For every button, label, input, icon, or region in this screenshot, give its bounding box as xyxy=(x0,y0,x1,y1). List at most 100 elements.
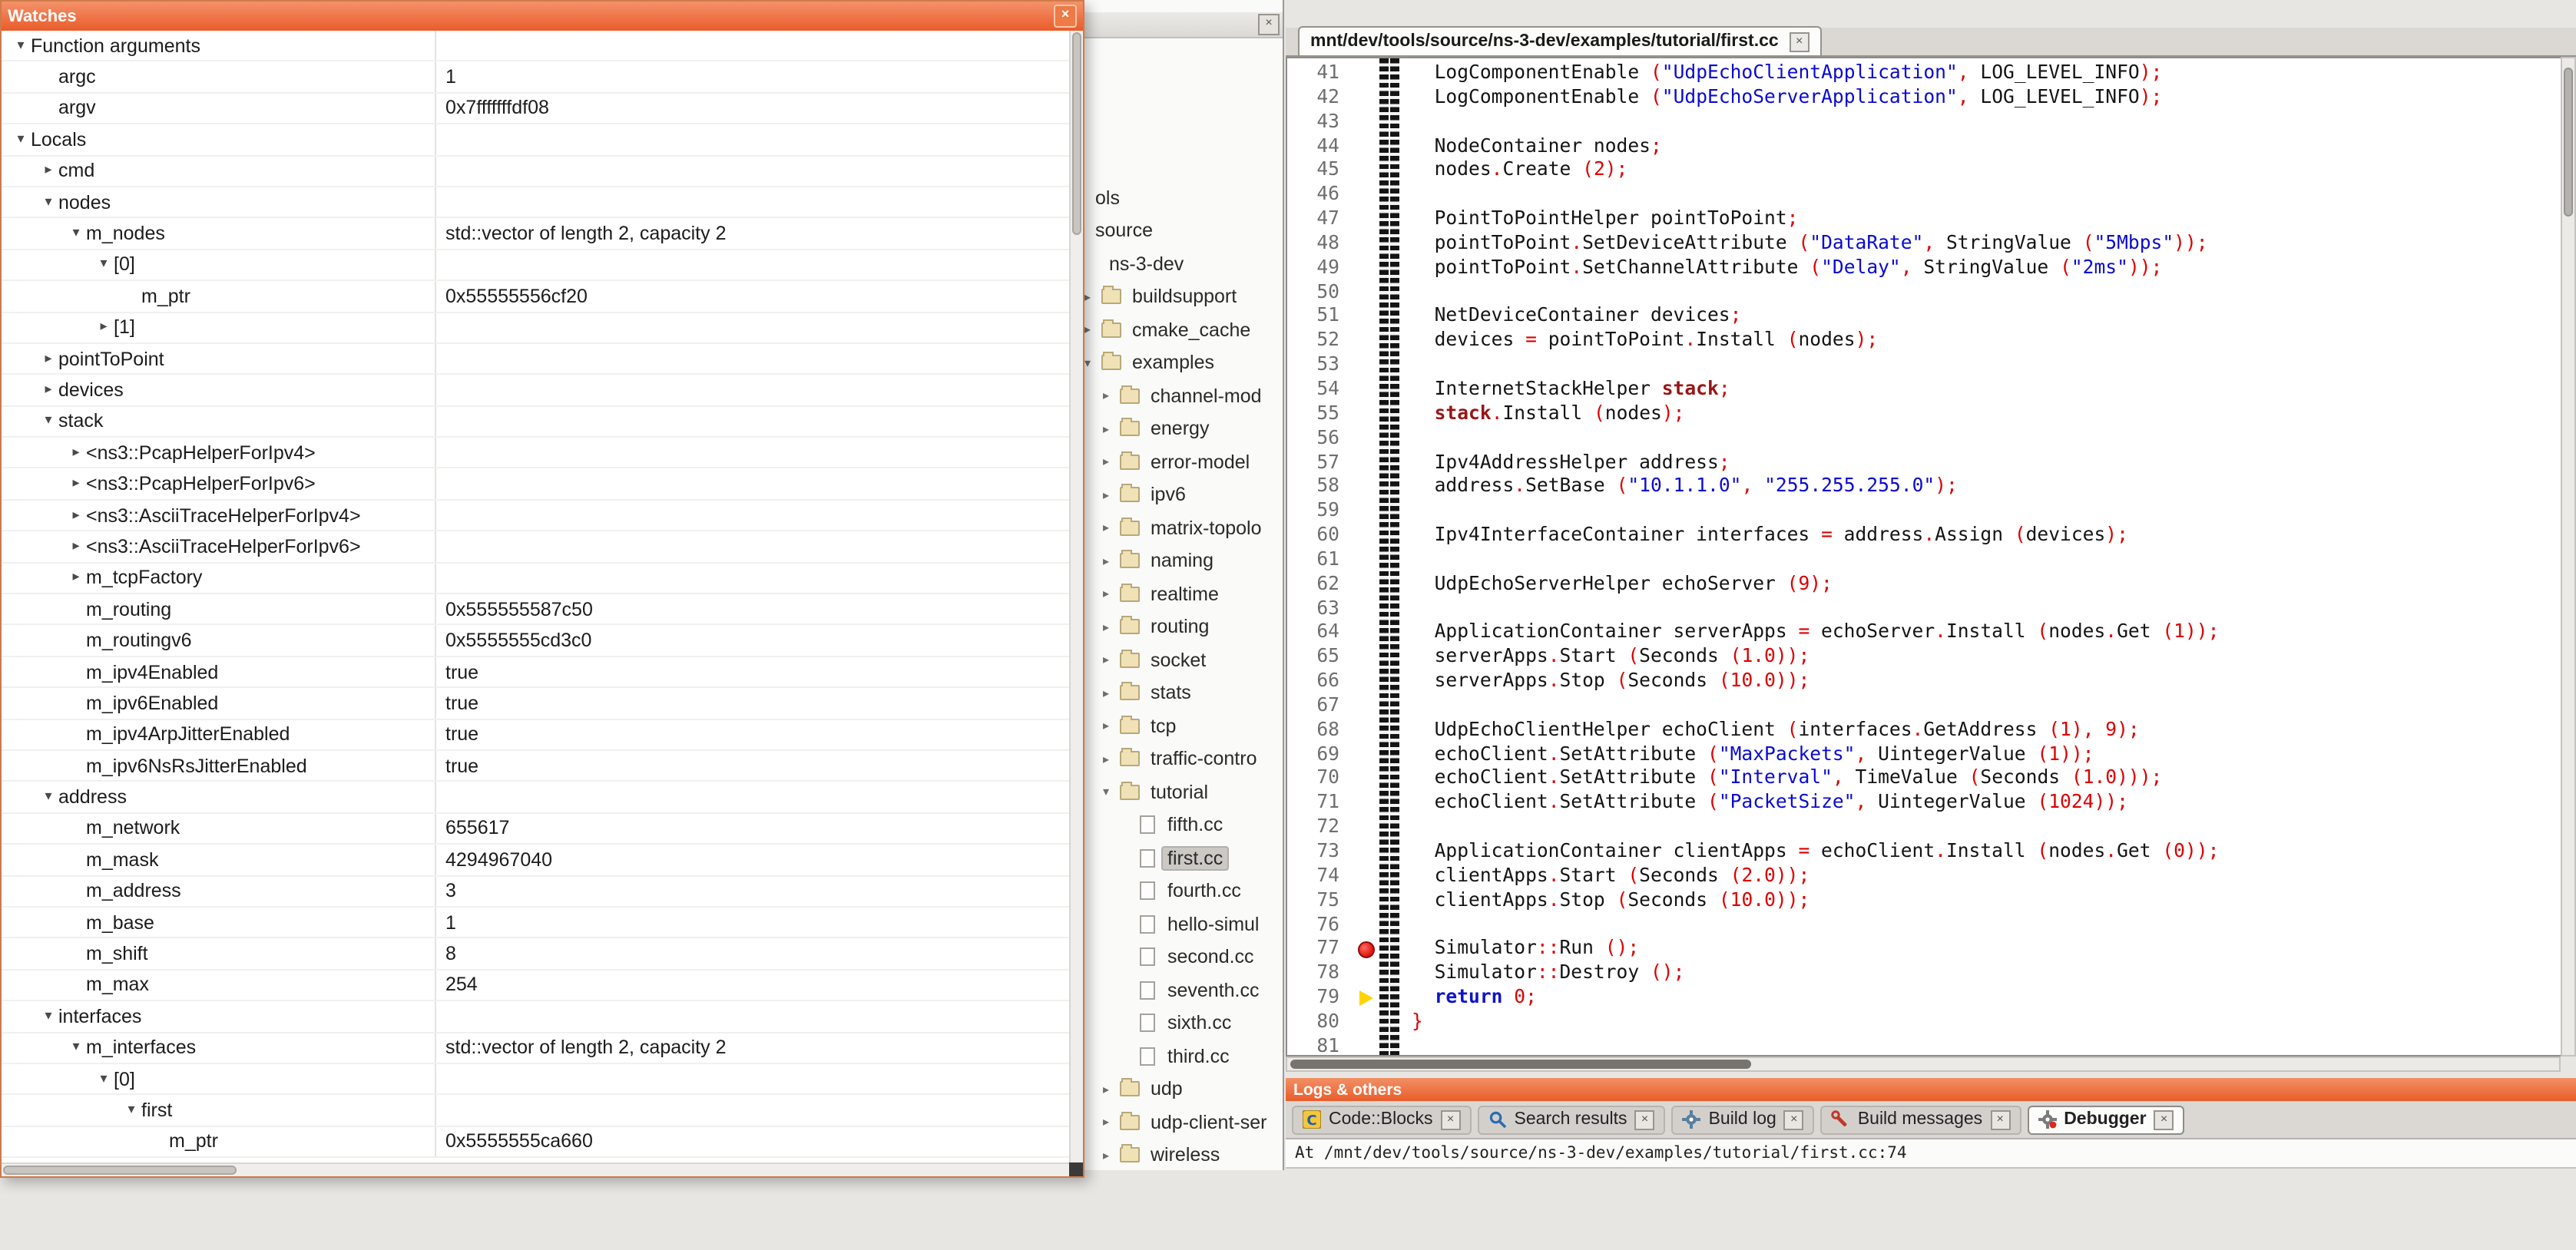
tree-item-udp-client-ser[interactable]: ▸udp-client-ser xyxy=(1084,1106,1283,1139)
code-area[interactable]: 41 LogComponentEnable ("UdpEchoClientApp… xyxy=(1286,57,2576,1057)
marker-margin[interactable] xyxy=(1355,183,1379,207)
code-text[interactable]: NodeContainer nodes; xyxy=(1399,134,1662,159)
marker-margin[interactable] xyxy=(1355,913,1379,938)
collapse-icon[interactable]: ▾ xyxy=(11,38,31,53)
watch-row[interactable]: ▾first xyxy=(2,1096,1069,1127)
tree-item-third-cc[interactable]: third.cc xyxy=(1084,1040,1283,1073)
watch-row[interactable]: m_routingv60x5555555cd3c0 xyxy=(2,626,1069,657)
tree-item-sixth-cc[interactable]: sixth.cc xyxy=(1084,1007,1283,1040)
code-text[interactable] xyxy=(1399,110,1412,134)
expand-icon[interactable]: ▸ xyxy=(1103,554,1120,568)
watch-row[interactable]: ▸<ns3::AsciiTraceHelperForIpv4> xyxy=(2,501,1069,532)
tree-item-source[interactable]: source xyxy=(1084,214,1283,247)
close-icon[interactable]: × xyxy=(1441,1109,1461,1129)
marker-margin[interactable] xyxy=(1355,378,1379,402)
expand-icon[interactable]: ▸ xyxy=(38,382,58,398)
code-text[interactable]: nodes.Create (2); xyxy=(1399,159,1627,184)
tree-item-fourth-cc[interactable]: fourth.cc xyxy=(1084,875,1283,908)
expand-icon[interactable]: ▸ xyxy=(38,164,58,179)
close-icon[interactable]: × xyxy=(1784,1109,1804,1129)
expand-icon[interactable]: ▸ xyxy=(1103,752,1120,766)
code-text[interactable] xyxy=(1399,913,1412,938)
marker-margin[interactable] xyxy=(1355,159,1379,184)
marker-margin[interactable] xyxy=(1355,961,1379,986)
collapse-icon[interactable]: ▾ xyxy=(38,414,58,429)
collapse-icon[interactable]: ▾ xyxy=(38,1009,58,1024)
resize-grip[interactable] xyxy=(1069,1162,1083,1176)
code-text[interactable]: serverApps.Start (Seconds (1.0)); xyxy=(1399,646,1809,670)
tree-item-stats[interactable]: ▸stats xyxy=(1084,676,1283,709)
code-text[interactable]: pointToPoint.SetDeviceAttribute ("DataRa… xyxy=(1399,232,2208,256)
editor-horizontal-scrollbar[interactable] xyxy=(1286,1057,2561,1072)
close-icon[interactable]: × xyxy=(1258,14,1280,35)
expand-icon[interactable]: ▸ xyxy=(1103,1116,1120,1129)
marker-margin[interactable] xyxy=(1355,840,1379,865)
code-text[interactable] xyxy=(1399,548,1412,573)
scrollbar-thumb[interactable] xyxy=(1072,32,1081,235)
expand-icon[interactable]: ▸ xyxy=(1103,620,1120,634)
watch-row[interactable]: m_ipv6Enabledtrue xyxy=(2,688,1069,719)
watch-row[interactable]: ▾interfaces xyxy=(2,1001,1069,1033)
marker-margin[interactable] xyxy=(1355,865,1379,889)
code-text[interactable]: Simulator::Destroy (); xyxy=(1399,961,1684,986)
marker-margin[interactable] xyxy=(1355,451,1379,475)
editor-vertical-scrollbar[interactable] xyxy=(2561,57,2576,1057)
collapse-icon[interactable]: ▾ xyxy=(1103,785,1120,799)
tree-item-channel-mod[interactable]: ▸channel-mod xyxy=(1084,379,1283,412)
expand-icon[interactable]: ▸ xyxy=(1084,323,1101,337)
code-text[interactable] xyxy=(1399,280,1412,305)
code-text[interactable]: InternetStackHelper stack; xyxy=(1399,378,1730,402)
marker-margin[interactable] xyxy=(1355,134,1379,159)
tree-item-realtime[interactable]: ▸realtime xyxy=(1084,577,1283,610)
marker-margin[interactable] xyxy=(1355,475,1379,500)
code-text[interactable]: ApplicationContainer serverApps = echoSe… xyxy=(1399,621,2219,646)
close-icon[interactable]: × xyxy=(1790,31,1809,51)
expand-icon[interactable]: ▸ xyxy=(1103,488,1120,502)
watch-row[interactable]: ▸devices xyxy=(2,375,1069,407)
code-text[interactable]: Simulator::Run (); xyxy=(1399,938,1639,962)
marker-margin[interactable] xyxy=(1355,280,1379,305)
marker-margin[interactable] xyxy=(1355,524,1379,548)
marker-margin[interactable] xyxy=(1355,256,1379,281)
marker-margin[interactable] xyxy=(1355,742,1379,767)
expand-icon[interactable]: ▸ xyxy=(1103,1083,1120,1096)
code-text[interactable]: LogComponentEnable ("UdpEchoClientApplic… xyxy=(1399,61,2162,86)
marker-margin[interactable] xyxy=(1355,353,1379,378)
code-text[interactable] xyxy=(1399,1035,1412,1057)
tree-item-examples[interactable]: ▾examples xyxy=(1084,346,1283,379)
log-tab-search-results[interactable]: Search results× xyxy=(1478,1105,1666,1134)
marker-margin[interactable] xyxy=(1355,1010,1379,1035)
watch-row[interactable]: m_shift8 xyxy=(2,939,1069,971)
scrollbar-thumb[interactable] xyxy=(3,1166,237,1175)
watch-row[interactable]: m_ipv4ArpJitterEnabledtrue xyxy=(2,719,1069,751)
watch-row[interactable]: argc1 xyxy=(2,62,1069,94)
code-text[interactable]: serverApps.Stop (Seconds (10.0)); xyxy=(1399,670,1809,694)
expand-icon[interactable]: ▸ xyxy=(1103,422,1120,436)
code-text[interactable]: echoClient.SetAttribute ("PacketSize", U… xyxy=(1399,792,2128,816)
watch-row[interactable]: ▸pointToPoint xyxy=(2,344,1069,375)
tree-item-energy[interactable]: ▸energy xyxy=(1084,412,1283,445)
watch-row[interactable]: m_ptr0x5555555ca660 xyxy=(2,1126,1069,1158)
tree-item-traffic-contro[interactable]: ▸traffic-contro xyxy=(1084,742,1283,775)
code-text[interactable] xyxy=(1399,597,1412,621)
watch-row[interactable]: ▾m_nodesstd::vector of length 2, capacit… xyxy=(2,219,1069,250)
watch-row[interactable]: m_max254 xyxy=(2,970,1069,1001)
watch-row[interactable]: m_routing0x555555587c50 xyxy=(2,594,1069,626)
code-text[interactable] xyxy=(1399,426,1412,451)
marker-margin[interactable] xyxy=(1355,61,1379,86)
log-tab-code-blocks[interactable]: CCode::Blocks× xyxy=(1292,1105,1472,1134)
watches-titlebar[interactable]: Watches × xyxy=(2,2,1083,31)
code-text[interactable]: clientApps.Stop (Seconds (10.0)); xyxy=(1399,888,1809,913)
tree-item-ipv6[interactable]: ▸ipv6 xyxy=(1084,478,1283,511)
marker-margin[interactable] xyxy=(1355,329,1379,354)
marker-margin[interactable] xyxy=(1355,986,1379,1010)
code-text[interactable]: stack.Install (nodes); xyxy=(1399,402,1684,427)
expand-icon[interactable]: ▸ xyxy=(1103,686,1120,700)
watch-row[interactable]: ▾[0] xyxy=(2,1064,1069,1096)
code-text[interactable]: Ipv4AddressHelper address; xyxy=(1399,451,1730,475)
marker-margin[interactable] xyxy=(1355,548,1379,573)
collapse-icon[interactable]: ▾ xyxy=(121,1103,141,1118)
marker-margin[interactable] xyxy=(1355,86,1379,111)
code-text[interactable] xyxy=(1399,183,1412,207)
scrollbar-thumb[interactable] xyxy=(1290,1060,1751,1069)
